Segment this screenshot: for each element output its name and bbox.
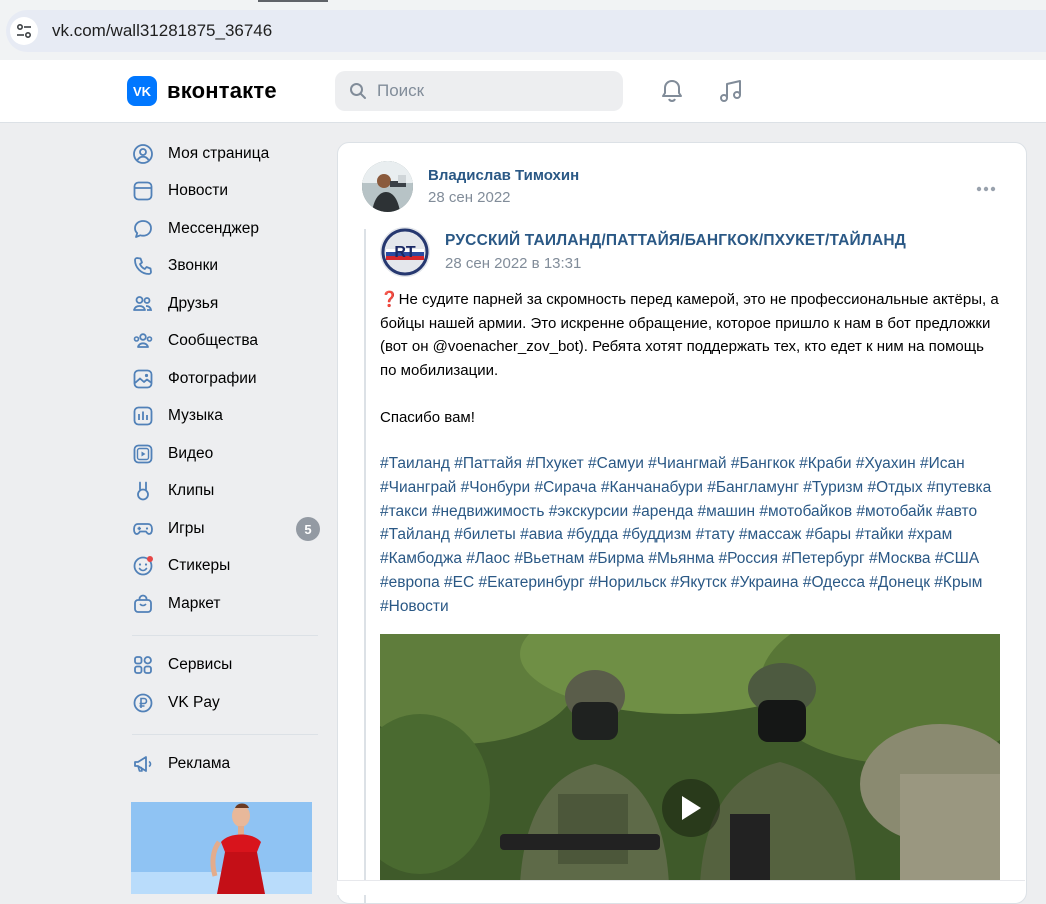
active-tab-indicator xyxy=(258,0,328,2)
sidebar-item-label: Новости xyxy=(168,182,229,200)
sidebar-item-messenger[interactable]: Мессенджер xyxy=(130,210,320,248)
gamepad-icon xyxy=(130,516,156,542)
play-icon[interactable] xyxy=(662,779,720,837)
post-author-name[interactable]: Владислав Тимохин xyxy=(428,167,579,184)
search-box[interactable] xyxy=(335,71,623,111)
photo-icon xyxy=(130,366,156,392)
sidebar-item-label: Реклама xyxy=(168,755,231,773)
post-date[interactable]: 28 сен 2022 xyxy=(428,189,511,206)
sidebar-item-label: Клипы xyxy=(168,482,215,500)
sidebar-item-label: Мессенджер xyxy=(168,219,260,237)
bell-icon[interactable] xyxy=(657,76,687,106)
news-icon xyxy=(130,178,156,204)
next-card-edge xyxy=(337,880,1025,895)
sidebar-item-video[interactable]: Видео xyxy=(130,435,320,473)
repost-indicator-bar xyxy=(364,229,366,903)
sidebar-item-stickers[interactable]: Стикеры xyxy=(130,548,320,586)
sidebar-item-label: Звонки xyxy=(168,257,219,275)
vk-logo[interactable]: VK вконтакте xyxy=(127,76,277,106)
communities-icon xyxy=(130,328,156,354)
sidebar-item-news[interactable]: Новости xyxy=(130,173,320,211)
user-circle-icon xyxy=(130,141,156,167)
video-player[interactable] xyxy=(380,634,1000,884)
repost-avatar-logo-text: RT xyxy=(394,244,416,261)
sidebar-item-label: Сервисы xyxy=(168,656,233,674)
games-count-badge: 5 xyxy=(296,517,320,541)
sidebar-item-label: Игры xyxy=(168,519,205,537)
ad-banner-image[interactable] xyxy=(131,802,312,894)
sidebar-item-label: Видео xyxy=(168,444,214,462)
post-text-paragraph: Спасибо вам! xyxy=(380,409,475,427)
sidebar-item-photos[interactable]: Фотографии xyxy=(130,360,320,398)
search-icon xyxy=(349,82,367,100)
video-icon xyxy=(130,441,156,467)
sidebar-item-music[interactable]: Музыка xyxy=(130,398,320,436)
sidebar-item-label: Друзья xyxy=(168,294,219,312)
post-text: ❓Не судите парней за скромность перед ка… xyxy=(380,288,1000,430)
post-text-paragraph: ❓Не судите парней за скромность перед ка… xyxy=(380,291,999,379)
more-options-icon[interactable] xyxy=(976,179,996,197)
sidebar-item-label: VK Pay xyxy=(168,693,220,711)
services-icon xyxy=(130,652,156,678)
sidebar-item-vkpay[interactable]: VK Pay xyxy=(130,684,320,722)
chat-icon xyxy=(130,216,156,242)
vk-header: VK вконтакте xyxy=(0,60,1046,123)
post-card: Владислав Тимохин 28 сен 2022 RT РУССКИЙ… xyxy=(337,142,1027,904)
clips-icon xyxy=(130,478,156,504)
sidebar-item-ads[interactable]: Реклама xyxy=(130,746,320,784)
url-text[interactable]: vk.com/wall31281875_36746 xyxy=(52,21,272,41)
address-bar[interactable]: vk.com/wall31281875_36746 xyxy=(6,10,1046,52)
sidebar-item-label: Музыка xyxy=(168,407,223,425)
sidebar-item-market[interactable]: Маркет xyxy=(130,585,320,623)
repost-date[interactable]: 28 сен 2022 в 13:31 xyxy=(445,255,581,272)
sidebar-divider xyxy=(132,634,318,636)
music-icon xyxy=(130,403,156,429)
repost-source-name[interactable]: РУССКИЙ ТАИЛАНД/ПАТТАЙЯ/БАНГКОК/ПХУКЕТ/Т… xyxy=(445,232,906,250)
post-hashtags[interactable]: #Таиланд #Паттайя #Пхукет #Самуи #Чиангм… xyxy=(380,452,1000,619)
sidebar-item-clips[interactable]: Клипы xyxy=(130,473,320,511)
sidebar-item-my-page[interactable]: Моя страница xyxy=(130,135,320,173)
site-info-icon[interactable] xyxy=(10,17,38,45)
sidebar-item-games[interactable]: Игры 5 xyxy=(130,510,320,548)
vk-logo-mark: VK xyxy=(127,76,157,106)
music-icon[interactable] xyxy=(716,76,746,106)
search-input[interactable] xyxy=(375,80,609,102)
browser-toolbar: vk.com/wall31281875_36746 xyxy=(0,0,1046,60)
sidebar-item-services[interactable]: Сервисы xyxy=(130,647,320,685)
vk-logo-text: вконтакте xyxy=(167,78,277,103)
sidebar-item-label: Моя страница xyxy=(168,144,270,162)
sidebar-item-label: Сообщества xyxy=(168,332,259,350)
friends-icon xyxy=(130,291,156,317)
vkpay-icon xyxy=(130,690,156,716)
sidebar-item-friends[interactable]: Друзья xyxy=(130,285,320,323)
sidebar-item-label: Стикеры xyxy=(168,557,231,575)
market-icon xyxy=(130,591,156,617)
sticker-icon xyxy=(130,553,156,579)
video-thumbnail xyxy=(380,634,1000,884)
sidebar-item-communities[interactable]: Сообщества xyxy=(130,323,320,361)
sidebar-item-label: Маркет xyxy=(168,594,221,612)
sidebar-item-label: Фотографии xyxy=(168,369,257,387)
megaphone-icon xyxy=(130,751,156,777)
left-sidebar: Моя страница Новости Мессенджер Звонки Д… xyxy=(130,135,320,783)
sidebar-divider xyxy=(132,733,318,735)
repost-source-avatar[interactable]: RT xyxy=(380,227,430,277)
author-avatar[interactable] xyxy=(362,161,413,212)
phone-icon xyxy=(130,253,156,279)
sidebar-item-calls[interactable]: Звонки xyxy=(130,248,320,286)
